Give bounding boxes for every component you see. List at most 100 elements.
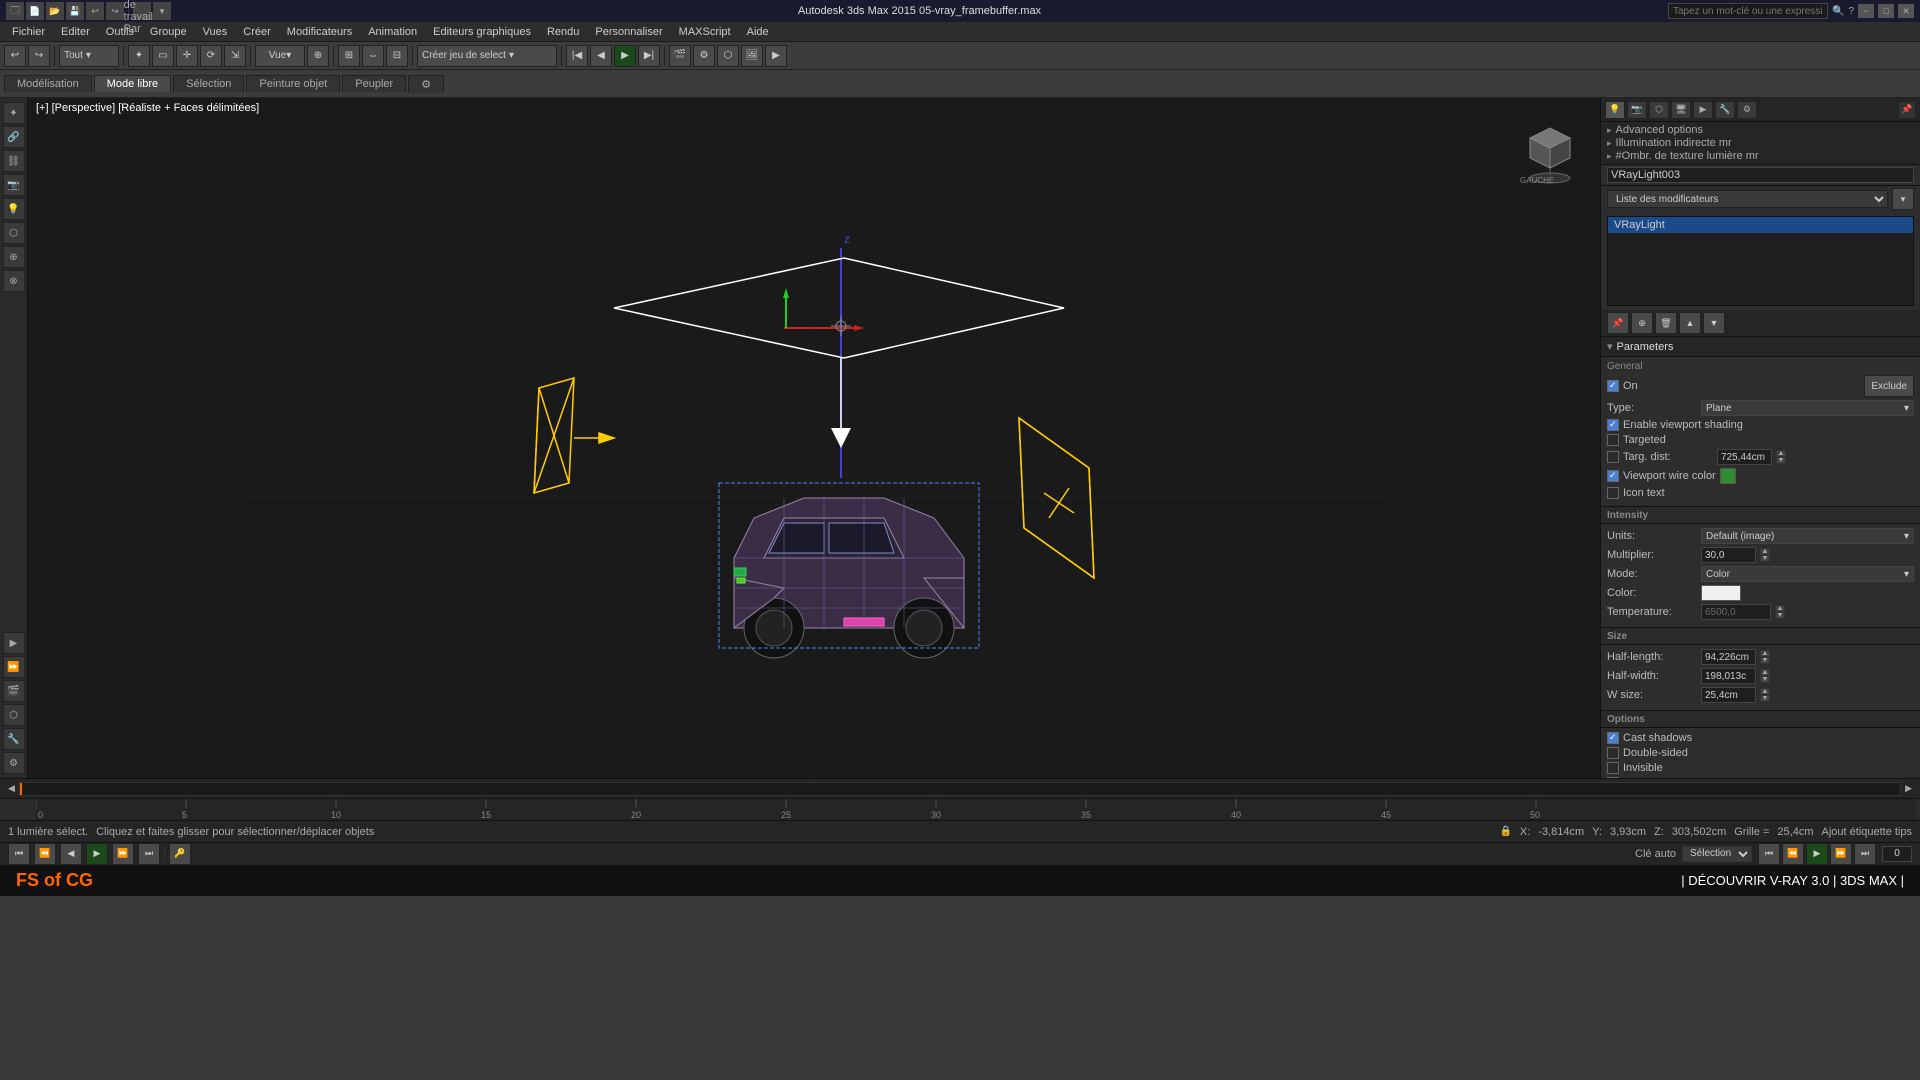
rotate-btn[interactable]: ⟳ bbox=[200, 45, 222, 67]
units-dropdown[interactable]: Default (image) ▾ bbox=[1701, 528, 1914, 544]
w-size-value[interactable]: 25,4cm bbox=[1701, 687, 1756, 703]
targ-dist-up[interactable]: ▲ bbox=[1776, 450, 1786, 457]
save-icon[interactable]: 💾 bbox=[66, 2, 84, 20]
on-checkbox[interactable] bbox=[1607, 380, 1619, 392]
wire-color-swatch[interactable] bbox=[1720, 468, 1736, 484]
next-frame-btn[interactable]: ▶| bbox=[638, 45, 660, 67]
open-icon[interactable]: 📂 bbox=[46, 2, 64, 20]
menu-personnaliser[interactable]: Personnaliser bbox=[587, 24, 670, 40]
tab-modelisation[interactable]: Modélisation bbox=[4, 75, 92, 92]
close-btn[interactable]: ✕ bbox=[1898, 4, 1914, 18]
viewport-shading-cb[interactable] bbox=[1607, 419, 1619, 431]
align-btn[interactable]: ⊟ bbox=[386, 45, 408, 67]
play-prev-btn[interactable]: ◀ bbox=[60, 843, 82, 865]
targeted-cb[interactable] bbox=[1607, 434, 1619, 446]
play-fwd-btn[interactable]: ▶ bbox=[86, 843, 108, 865]
targ-dist-cb[interactable] bbox=[1607, 451, 1619, 463]
pb-btn5[interactable]: ⏭ bbox=[1854, 843, 1876, 865]
lt-unlink[interactable]: ⛓ bbox=[3, 150, 25, 172]
tab-mode-libre[interactable]: Mode libre bbox=[94, 75, 171, 92]
hl-down[interactable]: ▼ bbox=[1760, 657, 1770, 664]
window-controls[interactable]: − □ ✕ bbox=[1858, 4, 1914, 18]
selection-filter-dropdown[interactable]: Tout▾ bbox=[59, 45, 119, 67]
rp-icon-camera[interactable]: 📷 bbox=[1627, 101, 1647, 119]
rp-icon-motion[interactable]: ▶ bbox=[1693, 101, 1713, 119]
scale-btn[interactable]: ⇲ bbox=[224, 45, 246, 67]
lt-render[interactable]: 🎬 bbox=[3, 680, 25, 702]
params-header[interactable]: ▾ Parameters bbox=[1601, 336, 1920, 357]
redo-tb-icon[interactable]: ↪ bbox=[106, 2, 124, 20]
workspace-dropdown[interactable]: ▾ bbox=[153, 2, 171, 20]
hl-up[interactable]: ▲ bbox=[1760, 650, 1770, 657]
timeline-right-arrow[interactable]: ▶ bbox=[1905, 783, 1912, 794]
lt-link[interactable]: 🔗 bbox=[3, 126, 25, 148]
pb-btn2[interactable]: ⏪ bbox=[1782, 843, 1804, 865]
targ-dist-value[interactable]: 725,44cm bbox=[1717, 449, 1772, 465]
modifier-list-select[interactable]: Liste des modificateurs bbox=[1607, 190, 1888, 208]
search-input[interactable] bbox=[1668, 3, 1828, 19]
modifier-add-btn[interactable]: ▾ bbox=[1892, 188, 1914, 210]
play-next-btn[interactable]: ⏩ bbox=[112, 843, 134, 865]
menu-modificateurs[interactable]: Modificateurs bbox=[279, 24, 360, 40]
color-swatch[interactable] bbox=[1701, 585, 1741, 601]
ws-up[interactable]: ▲ bbox=[1760, 688, 1770, 695]
rp-icon-object[interactable]: ⬡ bbox=[1649, 101, 1669, 119]
select-btn[interactable]: ✦ bbox=[128, 45, 150, 67]
rp-icon-util[interactable]: 🔧 bbox=[1715, 101, 1735, 119]
undo-tb-icon[interactable]: ↩ bbox=[86, 2, 104, 20]
stack-unique-btn[interactable]: ⊕ bbox=[1631, 312, 1653, 334]
menu-vues[interactable]: Vues bbox=[195, 24, 236, 40]
new-icon[interactable]: 📄 bbox=[26, 2, 44, 20]
menu-animation[interactable]: Animation bbox=[360, 24, 425, 40]
timeline-left-arrow[interactable]: ◀ bbox=[8, 783, 15, 794]
exclude-btn[interactable]: Exclude bbox=[1864, 375, 1914, 397]
hw-up[interactable]: ▲ bbox=[1760, 669, 1770, 676]
play-prev-key-btn[interactable]: ⏪ bbox=[34, 843, 56, 865]
menu-editeurs[interactable]: Editeurs graphiques bbox=[425, 24, 539, 40]
named-selection-dropdown[interactable]: Créer jeu de select▾ bbox=[417, 45, 557, 67]
key-mode-btn[interactable]: |◀ bbox=[566, 45, 588, 67]
lt-material[interactable]: ⬡ bbox=[3, 704, 25, 726]
render-setup-btn[interactable]: ⚙ bbox=[693, 45, 715, 67]
keyframe-btn[interactable]: 🔑 bbox=[169, 843, 191, 865]
material-editor-btn[interactable]: ⬡ bbox=[717, 45, 739, 67]
quick-render-btn[interactable]: ▶ bbox=[765, 45, 787, 67]
menu-groupe[interactable]: Groupe bbox=[142, 24, 195, 40]
menu-editer[interactable]: Editer bbox=[53, 24, 98, 40]
play-last-btn[interactable]: ⏭ bbox=[138, 843, 160, 865]
icon-text-cb[interactable] bbox=[1607, 487, 1619, 499]
half-length-value[interactable]: 94,226cm bbox=[1701, 649, 1756, 665]
pb-btn4[interactable]: ⏩ bbox=[1830, 843, 1852, 865]
mode-dropdown[interactable]: Color ▾ bbox=[1701, 566, 1914, 582]
lt-light[interactable]: 💡 bbox=[3, 198, 25, 220]
lt-spacewarp[interactable]: ⊗ bbox=[3, 270, 25, 292]
hw-down[interactable]: ▼ bbox=[1760, 676, 1770, 683]
type-dropdown[interactable]: Plane ▾ bbox=[1701, 400, 1914, 416]
playback-mode-select[interactable]: Sélection bbox=[1682, 846, 1752, 862]
menu-creer[interactable]: Créer bbox=[235, 24, 279, 40]
wire-color-cb[interactable] bbox=[1607, 470, 1619, 482]
render-btn[interactable]: 🎬 bbox=[669, 45, 691, 67]
lt-tools[interactable]: 🔧 bbox=[3, 728, 25, 750]
tab-settings[interactable]: ⚙ bbox=[408, 75, 444, 93]
move-btn[interactable]: ✛ bbox=[176, 45, 198, 67]
minimize-btn[interactable]: − bbox=[1858, 4, 1874, 18]
targ-dist-down[interactable]: ▼ bbox=[1776, 457, 1786, 464]
light-name-input[interactable] bbox=[1607, 167, 1914, 183]
modifier-item-vraylight[interactable]: VRayLight bbox=[1608, 217, 1913, 233]
menu-maxscript[interactable]: MAXScript bbox=[671, 24, 739, 40]
pivot-btn[interactable]: ⊕ bbox=[307, 45, 329, 67]
help-icon[interactable]: ? bbox=[1848, 6, 1854, 17]
mirror-btn[interactable]: ⇔ bbox=[362, 45, 384, 67]
lt-settings[interactable]: ⚙ bbox=[3, 752, 25, 774]
lt-select[interactable]: ✦ bbox=[3, 102, 25, 124]
multiplier-value[interactable]: 30,0 bbox=[1701, 547, 1756, 563]
menu-rendu[interactable]: Rendu bbox=[539, 24, 587, 40]
rp-icon-display[interactable]: 🖥 bbox=[1671, 101, 1691, 119]
play-first-btn[interactable]: ⏮ bbox=[8, 843, 30, 865]
double-sided-cb[interactable] bbox=[1607, 747, 1619, 759]
lt-camera[interactable]: 📷 bbox=[3, 174, 25, 196]
viewport[interactable]: [+] [Perspective] [Réaliste + Faces déli… bbox=[28, 98, 1600, 778]
menu-fichier[interactable]: Fichier bbox=[4, 24, 53, 40]
rp-pin-btn[interactable]: 📌 bbox=[1898, 101, 1916, 119]
